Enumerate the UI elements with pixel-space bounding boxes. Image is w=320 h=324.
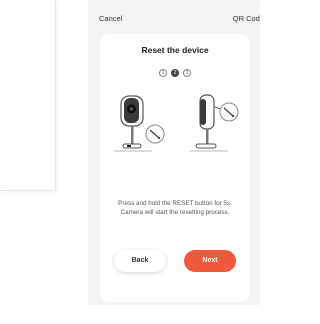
reset-card: Reset the device 1 2 3 Press and hold th… (100, 34, 250, 302)
qr-code-button[interactable]: QR Code (233, 14, 260, 23)
cancel-button[interactable]: Cancel (99, 14, 122, 23)
reset-pin-icon (219, 102, 239, 122)
step-1: 1 (159, 69, 167, 77)
background-panel (0, 0, 56, 191)
phone-screen: Cancel QR Code Reset the device 1 2 3 (88, 0, 260, 305)
camera-side-icon (190, 94, 228, 152)
step-3: 3 (183, 69, 191, 77)
step-2: 2 (171, 69, 179, 77)
back-button[interactable]: Back (114, 250, 166, 272)
step-indicator: 1 2 3 (100, 69, 250, 77)
next-button[interactable]: Next (184, 250, 236, 272)
reset-illustration (114, 94, 239, 152)
top-bar: Cancel QR Code (88, 0, 260, 34)
page-title: Reset the device (141, 45, 209, 55)
reset-pin-icon (145, 124, 165, 144)
camera-front-icon (114, 95, 152, 152)
instruction-text: Press and hold the RESET button for 5s. … (118, 200, 232, 216)
